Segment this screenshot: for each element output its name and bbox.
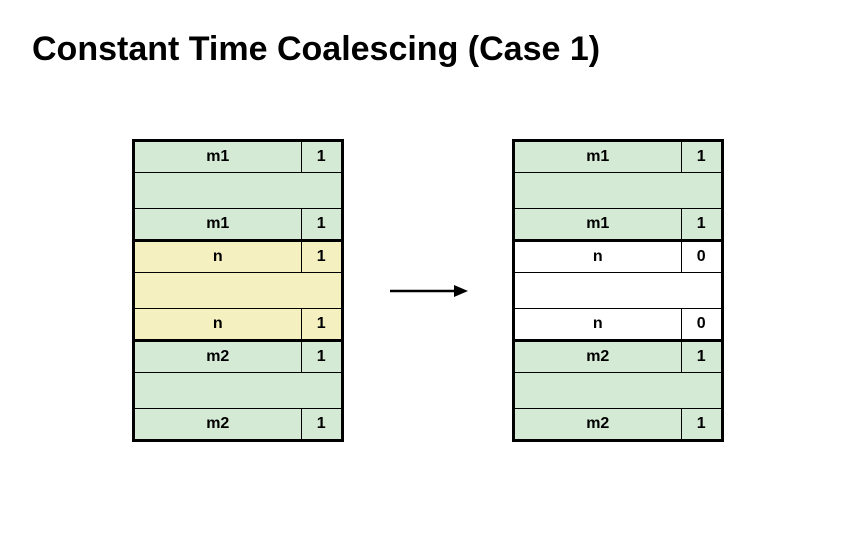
memory-after: m1 1 m1 1 n 0 n 0 m2 1 m2 1 <box>512 139 724 442</box>
n-footer-size: n <box>134 309 302 341</box>
m2-header-alloc: 1 <box>301 341 342 373</box>
m2-header-size: m2 <box>514 341 682 373</box>
page-title: Constant Time Coalescing (Case 1) <box>0 0 856 69</box>
arrow-icon <box>388 281 468 301</box>
n-header-size: n <box>514 241 682 273</box>
m1-footer-size: m1 <box>514 209 682 241</box>
n-footer-size: n <box>514 309 682 341</box>
m2-payload <box>514 373 723 409</box>
m2-header-alloc: 1 <box>681 341 722 373</box>
m2-footer-alloc: 1 <box>681 409 722 441</box>
m1-header-size: m1 <box>134 141 302 173</box>
n-footer-alloc: 1 <box>301 309 342 341</box>
n-header-size: n <box>134 241 302 273</box>
m1-payload <box>514 173 723 209</box>
m2-header-size: m2 <box>134 341 302 373</box>
m1-header-size: m1 <box>514 141 682 173</box>
diagram-stage: m1 1 m1 1 n 1 n 1 m2 1 m2 1 <box>0 139 856 442</box>
m2-footer-alloc: 1 <box>301 409 342 441</box>
memory-before: m1 1 m1 1 n 1 n 1 m2 1 m2 1 <box>132 139 344 442</box>
n-footer-alloc: 0 <box>681 309 722 341</box>
n-payload <box>134 273 343 309</box>
m2-footer-size: m2 <box>134 409 302 441</box>
n-header-alloc: 0 <box>681 241 722 273</box>
m1-footer-alloc: 1 <box>301 209 342 241</box>
m1-payload <box>134 173 343 209</box>
m2-footer-size: m2 <box>514 409 682 441</box>
m1-header-alloc: 1 <box>681 141 722 173</box>
m2-payload <box>134 373 343 409</box>
n-payload <box>514 273 723 309</box>
m1-footer-alloc: 1 <box>681 209 722 241</box>
m1-header-alloc: 1 <box>301 141 342 173</box>
n-header-alloc: 1 <box>301 241 342 273</box>
m1-footer-size: m1 <box>134 209 302 241</box>
